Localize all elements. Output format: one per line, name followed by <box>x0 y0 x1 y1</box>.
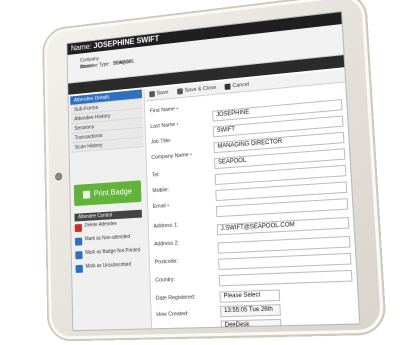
cancel-label: Cancel <box>232 81 250 90</box>
type-value: Delegate <box>113 59 132 67</box>
email-label: Email • <box>153 200 210 210</box>
last-name-label-text: Last Name <box>150 121 176 130</box>
company-name-label: Company Name • <box>151 151 208 161</box>
save-close-label: Save & Close <box>184 84 217 94</box>
tablet-screen: Name: JOSEPHINE SWIFT Company Name: SEAP… <box>66 10 361 332</box>
unsubscribe-icon <box>75 264 83 273</box>
attendance-icon <box>74 237 83 246</box>
postcode-label: Postcode: <box>154 258 179 266</box>
required-marker: • <box>176 121 179 128</box>
delete-icon <box>74 223 83 233</box>
mark-badge-not-printed-button[interactable]: Mark as Badge Not Printed <box>75 247 143 262</box>
first-name-label: First Name • <box>149 104 207 115</box>
cancel-button[interactable]: Cancel <box>224 79 249 93</box>
sidebar-nav: Attendee Details Sub-Forms Attendee Hist… <box>70 89 144 153</box>
save-close-icon <box>177 87 183 95</box>
job-title-label: Job Title: <box>150 137 172 146</box>
form-row-date-registered: Date Registered: Please Select <box>152 287 358 306</box>
mark-non-attended-label: Mark as Non-attended <box>84 234 131 243</box>
tablet-device: Name: JOSEPHINE SWIFT Company Name: SEAP… <box>42 0 388 342</box>
address-1-label: Address 1: <box>153 222 179 230</box>
print-badge-button[interactable]: Print Badge <box>73 180 142 207</box>
save-label: Save <box>156 89 169 97</box>
mark-unsubscribed-button[interactable]: Mark as Unsubscribed <box>75 261 144 276</box>
mark-unsubscribed-label: Mark as Unsubscribed <box>85 261 132 270</box>
address-2-label: Address 2: <box>154 240 180 248</box>
tablet-mockup: Name: JOSEPHINE SWIFT Company Name: SEAP… <box>0 0 400 345</box>
attendee-control-list: Delete Attendee Mark as Non-attended Mar… <box>74 220 144 278</box>
badge-icon <box>75 251 83 260</box>
save-icon <box>149 90 155 97</box>
required-marker: • <box>190 151 193 158</box>
save-close-button[interactable]: Save & Close <box>177 82 217 97</box>
delete-attendee-label: Delete Attendee <box>84 220 117 229</box>
last-name-label: Last Name • <box>150 119 207 130</box>
form-row-country: Country: <box>151 268 356 288</box>
attendee-form: First Name • JOSEPHINE Last Name • SWIFT… <box>146 84 359 332</box>
first-name-label-text: First Name <box>149 106 175 115</box>
tel-label: Tel: <box>151 172 160 179</box>
print-badge-label: Print Badge <box>93 186 132 199</box>
header-prefix: Name: <box>70 42 92 53</box>
email-label-text: Email <box>152 203 166 210</box>
date-registered-label: Date Registered: <box>155 294 196 302</box>
company-name-label-text: Company Name <box>151 152 189 161</box>
postcode-field[interactable] <box>218 252 352 271</box>
date-registered-field[interactable]: Please Select <box>219 289 281 303</box>
delete-attendee-button[interactable]: Delete Attendee <box>74 220 143 236</box>
created-by-field: DeeDesk <box>220 318 282 332</box>
required-marker: • <box>176 106 179 113</box>
required-marker: • <box>167 203 170 210</box>
how-created-field: 13:55:05 Tue 26th <box>220 304 281 318</box>
mark-badge-not-printed-label: Mark as Badge Not Printed <box>85 247 141 256</box>
mark-non-attended-button[interactable]: Mark as Non-attended <box>74 233 143 248</box>
how-created-label: How Created: <box>156 311 189 319</box>
save-button[interactable]: Save <box>149 87 168 100</box>
printer-icon <box>82 190 91 199</box>
sidebar: Attendee Details Sub-Forms Attendee Hist… <box>68 89 153 331</box>
camera-icon <box>55 172 63 181</box>
cancel-icon <box>224 83 231 90</box>
country-label: Country: <box>155 276 176 284</box>
mobile-label: Mobile: <box>152 187 170 195</box>
country-select[interactable] <box>218 269 353 287</box>
